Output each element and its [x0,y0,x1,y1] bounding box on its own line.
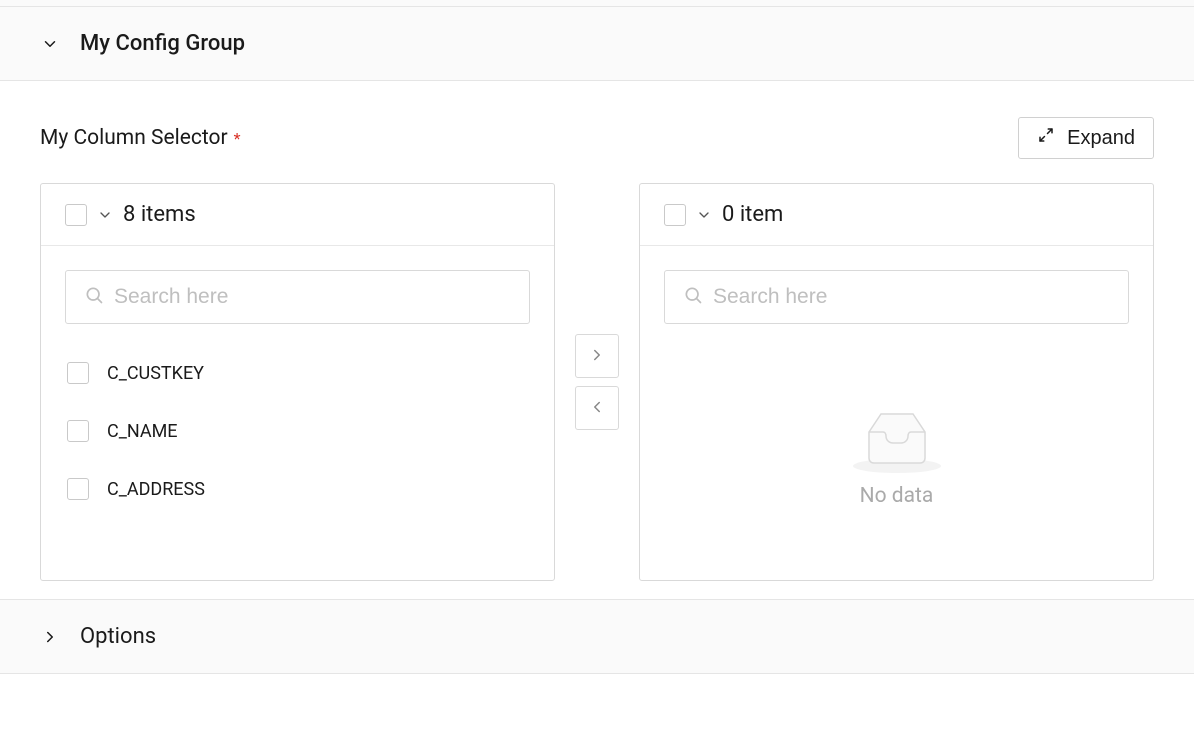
required-indicator: * [234,129,241,148]
config-group-content: My Column Selector * Expand [0,81,1194,599]
empty-state-label: No data [860,484,934,508]
item-checkbox[interactable] [67,420,89,442]
search-icon [84,285,104,309]
source-search-input[interactable] [114,285,511,309]
options-section-header[interactable]: Options [0,599,1194,674]
move-left-button[interactable] [575,386,619,430]
expand-button-label: Expand [1067,127,1135,150]
target-panel: 0 item [639,183,1154,581]
source-panel-header: 8 items [41,184,554,246]
chevron-down-icon[interactable] [696,207,712,223]
transfer-buttons [575,334,619,430]
chevron-down-icon [40,34,60,54]
source-panel: 8 items C_CUSTKEY [40,183,555,581]
chevron-down-icon[interactable] [97,207,113,223]
target-search-box [664,270,1129,324]
list-item[interactable]: C_ADDRESS [65,460,530,518]
column-selector-label: My Column Selector [40,126,228,150]
item-checkbox[interactable] [67,362,89,384]
empty-state: No data [664,344,1129,568]
target-item-count: 0 item [722,202,783,227]
target-panel-body: No data [640,246,1153,580]
target-search-input[interactable] [713,285,1110,309]
list-item[interactable]: C_CUSTKEY [65,344,530,402]
item-label: C_ADDRESS [107,479,205,500]
config-group-title: My Config Group [80,31,245,56]
chevron-left-icon [588,398,606,419]
source-panel-body: C_CUSTKEY C_NAME C_ADDRESS [41,246,554,580]
expand-button[interactable]: Expand [1018,117,1154,159]
chevron-right-icon [40,627,60,647]
item-checkbox[interactable] [67,478,89,500]
item-label: C_CUSTKEY [107,363,204,384]
chevron-right-icon [588,346,606,367]
dual-list-selector: 8 items C_CUSTKEY [40,183,1154,581]
item-label: C_NAME [107,421,178,442]
list-item[interactable]: C_NAME [65,402,530,460]
target-select-all-checkbox[interactable] [664,204,686,226]
source-item-count: 8 items [123,202,196,227]
empty-inbox-icon [853,404,941,464]
source-select-all-checkbox[interactable] [65,204,87,226]
options-title: Options [80,624,156,649]
column-selector-label-wrap: My Column Selector * [40,126,241,150]
move-right-button[interactable] [575,334,619,378]
expand-icon [1037,126,1055,150]
column-selector-header: My Column Selector * Expand [40,117,1154,159]
config-group-header[interactable]: My Config Group [0,6,1194,81]
target-panel-header: 0 item [640,184,1153,246]
source-search-box [65,270,530,324]
search-icon [683,285,703,309]
